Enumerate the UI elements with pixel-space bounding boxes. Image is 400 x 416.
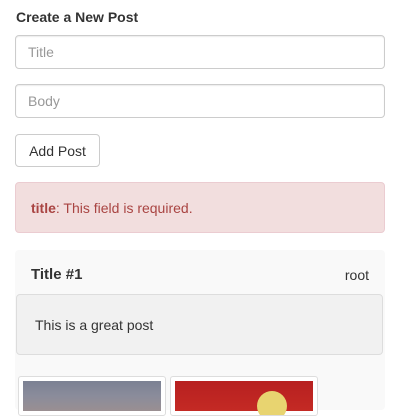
body-input[interactable]	[15, 84, 385, 118]
post-author: root	[344, 267, 369, 283]
error-field-name: title	[31, 199, 56, 216]
photo-thumbnail-icon	[175, 381, 313, 415]
title-input[interactable]	[15, 35, 385, 69]
post-title: Title #1	[31, 266, 83, 283]
post-image-thumbnail[interactable]	[18, 376, 166, 416]
post-body-text: This is a great post	[35, 316, 154, 333]
photo-thumbnail-icon	[23, 381, 161, 411]
post-image-thumbnail[interactable]	[170, 376, 318, 416]
validation-error-alert: title: This field is required.	[15, 182, 385, 233]
error-message: : This field is required.	[55, 199, 193, 216]
post-body: This is a great post	[16, 294, 383, 355]
post-card: Title #1 root This is a great post	[15, 250, 385, 416]
add-post-button[interactable]: Add Post	[15, 134, 100, 167]
duck-figure	[257, 391, 287, 415]
form-title: Create a New Post	[16, 9, 139, 25]
